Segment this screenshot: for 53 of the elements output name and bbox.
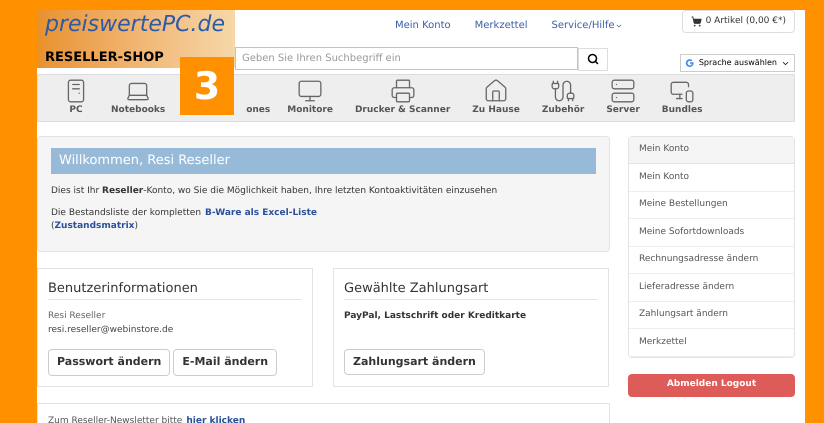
cable-icon [550, 78, 576, 104]
step-badge: 3 [180, 57, 234, 115]
user-name: Resi Reseller [48, 310, 106, 323]
nav-link[interactable]: Merkzettel [474, 18, 528, 33]
stock-text: Die Bestandsliste der kompletten [51, 206, 202, 220]
category-link[interactable]: Drucker & Scanner [344, 78, 462, 117]
category-link[interactable]: Zu Hause [461, 78, 531, 117]
cart-icon [690, 16, 702, 27]
nav-link[interactable]: Service/Hilfe [552, 18, 623, 33]
category-link[interactable]: Zubehör [530, 78, 596, 117]
logo: preiswertePC.de [45, 14, 226, 36]
matrix-link[interactable]: Zustandsmatrix [54, 220, 134, 234]
category-link[interactable]: Notebooks [100, 78, 176, 117]
newsletter-text: Zum Reseller-Newsletter bitte [48, 414, 182, 423]
welcome-title: Willkommen, Resi Reseller [51, 148, 596, 174]
card-title: Gewählte Zahlungsart [344, 278, 598, 300]
menu-item[interactable]: Meine Sofortdownloads [629, 219, 794, 246]
card-title: Benutzerinformationen [48, 278, 302, 300]
menu-item[interactable]: Mein Konto [629, 164, 794, 192]
payment-method: PayPal, Lastschrift oder Kreditkarte [344, 310, 528, 323]
intro-text: Dies ist Ihr Reseller-Konto, wo Sie die Möglichkeit haben, Ihre letzten Kontoaktivitäten einzusehen [51, 185, 498, 198]
server-icon [610, 78, 636, 104]
monitor-icon [297, 78, 324, 104]
nav-link[interactable]: Mein Konto [395, 18, 451, 33]
paren: ) [134, 220, 138, 233]
menu-item[interactable]: Meine Bestellungen [629, 192, 794, 219]
newsletter-link[interactable]: hier klicken [186, 414, 246, 423]
menu-item[interactable]: Merkzettel [629, 329, 794, 356]
cart-button[interactable]: 0 Artikel (0,00 €*) [682, 10, 795, 33]
menu-heading: Mein Konto [629, 137, 794, 164]
category-link[interactable]: Server [595, 78, 651, 117]
language-select[interactable]: Sprache auswählen [680, 54, 795, 72]
category-link[interactable]: Bundles [650, 78, 714, 117]
change-payment-button[interactable]: Zahlungsart ändern [344, 348, 485, 375]
logout-button[interactable]: Abmelden Logout [628, 374, 795, 396]
shop-label: RESELLER-SHOP [45, 51, 165, 64]
menu-item[interactable]: Zahlungsart ändern [629, 302, 794, 329]
menu-item[interactable]: Rechnungsadresse ändern [629, 246, 794, 274]
google-logo-icon [684, 58, 695, 68]
paren: ( [51, 220, 55, 233]
change-button[interactable]: E-Mail ändern [173, 349, 278, 376]
search-button[interactable] [578, 48, 608, 70]
excel-list-link[interactable]: B-Ware als Excel-Liste [205, 206, 318, 220]
printer-icon [390, 78, 416, 104]
search-field[interactable]: Geben Sie Ihren Suchbegriff ein [235, 47, 578, 70]
change-button[interactable]: Passwort ändern [48, 349, 170, 376]
user-email: resi.reseller@webinstore.de [48, 324, 174, 336]
category-link[interactable]: ones [246, 104, 270, 117]
menu-item[interactable]: Lieferadresse ändern [629, 274, 794, 302]
search-icon [587, 53, 599, 65]
category-link[interactable]: PC [52, 78, 100, 117]
house-icon [483, 78, 510, 104]
category-link[interactable]: Monitore [276, 78, 344, 117]
